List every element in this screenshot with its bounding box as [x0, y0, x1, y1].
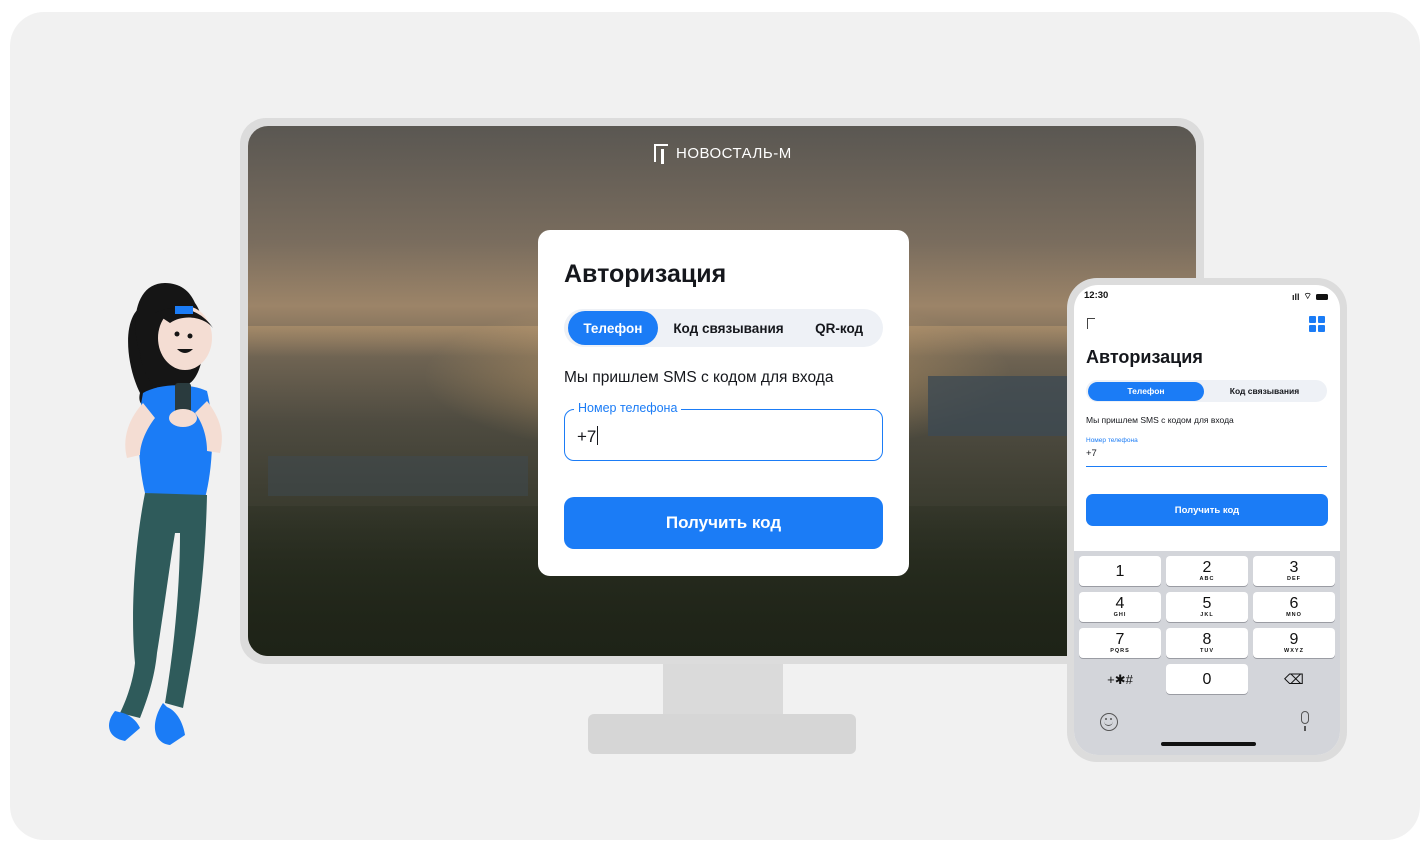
key-digit: 6	[1289, 595, 1299, 612]
key-0[interactable]: 0	[1166, 664, 1248, 694]
girl-with-phone-illustration	[109, 283, 222, 745]
battery-icon	[1316, 293, 1328, 300]
sms-hint: Мы пришлем SMS с кодом для входа	[564, 369, 834, 386]
key-digit: 1	[1115, 562, 1125, 580]
get-code-button[interactable]: Получить код	[564, 497, 883, 549]
brand-logo: НОВОСТАЛЬ-М	[654, 144, 792, 164]
qr-code-icon[interactable]	[1309, 316, 1325, 332]
monitor-stand-base	[588, 714, 856, 754]
mobile-sms-hint: Мы пришлем SMS с кодом для входа	[1086, 415, 1234, 425]
phone-number-input[interactable]: +7	[577, 426, 599, 447]
mobile-phone: 12:30 ıll ⌔ Авторизация Телефон Код связ…	[1067, 278, 1347, 762]
mobile-screen: 12:30 ıll ⌔ Авторизация Телефон Код связ…	[1074, 285, 1340, 755]
mobile-phone-number-input[interactable]: +7	[1086, 448, 1097, 459]
key-digit: 8	[1202, 631, 1212, 648]
backspace-icon[interactable]: ⌫	[1253, 664, 1335, 694]
key-symbols[interactable]: +✱#	[1079, 664, 1161, 694]
key-letters: MNO	[1286, 612, 1302, 618]
key-digit: 9	[1289, 631, 1299, 648]
status-icons: ıll ⌔	[1292, 291, 1328, 302]
tab-link-code[interactable]: Код связывания	[658, 311, 800, 345]
status-time: 12:30	[1084, 290, 1109, 301]
tab-qr-code[interactable]: QR-код	[799, 311, 879, 345]
mobile-phone-number-label: Номер телефона	[1086, 437, 1138, 444]
key-digit: ⌫	[1284, 670, 1304, 687]
key-digit: 7	[1115, 631, 1125, 648]
brand-name: НОВОСТАЛЬ-М	[676, 144, 792, 162]
key-5[interactable]: 5 JKL	[1166, 592, 1248, 622]
mobile-page-title: Авторизация	[1086, 347, 1203, 367]
mobile-input-underline	[1086, 466, 1327, 468]
key-digit: 5	[1202, 595, 1212, 612]
mobile-auth-method-tabs: Телефон Код связывания	[1086, 380, 1327, 402]
key-8[interactable]: 8 TUV	[1166, 628, 1248, 658]
key-4[interactable]: 4 GHI	[1079, 592, 1161, 622]
text-caret	[597, 426, 599, 445]
key-letters: PQRS	[1110, 648, 1130, 654]
key-letters: DEF	[1287, 576, 1301, 582]
key-2[interactable]: 2 ABC	[1166, 556, 1248, 586]
phone-number-field[interactable]: Номер телефона +7	[564, 401, 883, 461]
key-digit: +✱#	[1107, 671, 1133, 687]
mobile-tab-link-code[interactable]: Код связывания	[1204, 382, 1325, 401]
auth-method-tabs: Телефон Код связывания QR-код	[564, 309, 883, 347]
brand-logo-icon	[1087, 318, 1095, 329]
signal-icon: ıll	[1292, 291, 1300, 302]
key-letters: ABC	[1199, 576, 1215, 582]
key-digit: 3	[1289, 559, 1299, 576]
key-letters: WXYZ	[1284, 648, 1304, 654]
mobile-get-code-button[interactable]: Получить код	[1086, 494, 1328, 526]
factory-building	[268, 456, 528, 496]
microphone-icon[interactable]	[1301, 711, 1309, 731]
key-digit: 2	[1202, 559, 1212, 576]
key-3[interactable]: 3 DEF	[1253, 556, 1335, 586]
key-6[interactable]: 6 MNO	[1253, 592, 1335, 622]
key-9[interactable]: 9 WXYZ	[1253, 628, 1335, 658]
home-indicator[interactable]	[1161, 742, 1256, 746]
key-letters: TUV	[1200, 648, 1214, 654]
key-7[interactable]: 7 PQRS	[1079, 628, 1161, 658]
phone-number-label: Номер телефона	[574, 401, 682, 415]
mobile-tab-phone[interactable]: Телефон	[1088, 381, 1204, 401]
monitor-stand-neck	[663, 664, 783, 718]
emoji-icon[interactable]	[1100, 713, 1118, 731]
key-digit: 0	[1202, 670, 1212, 688]
brand-logo-icon	[654, 144, 668, 164]
phone-number-value: +7	[577, 427, 597, 446]
auth-card: Авторизация Телефон Код связывания QR-ко…	[538, 230, 909, 576]
key-letters: GHI	[1113, 612, 1127, 618]
key-digit: 4	[1115, 595, 1125, 612]
key-1[interactable]: 1	[1079, 556, 1161, 586]
page-title: Авторизация	[564, 260, 727, 288]
tab-phone[interactable]: Телефон	[568, 311, 658, 345]
wifi-icon: ⌔	[1303, 291, 1312, 301]
key-letters: JKL	[1200, 612, 1214, 618]
